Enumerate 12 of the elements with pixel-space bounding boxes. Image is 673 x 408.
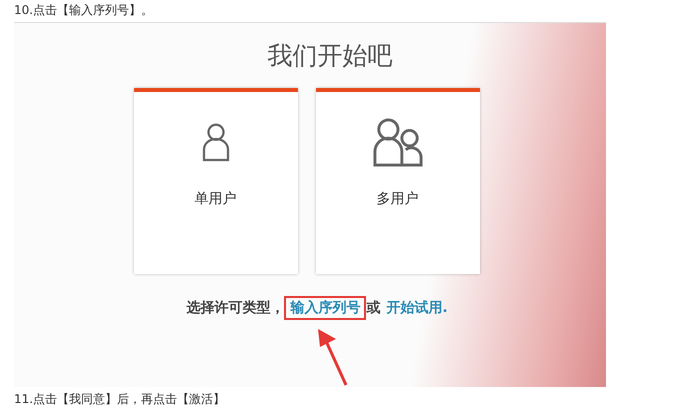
prompt-text: 选择许可类型， <box>186 299 284 317</box>
step-text: 10.点击【输入序列号】。 <box>14 2 154 19</box>
license-card[interactable]: 单用户 <box>134 88 298 274</box>
trial-link[interactable]: 开始试用. <box>380 296 454 320</box>
license-card[interactable]: 多用户 <box>316 88 480 274</box>
card-label: 多用户 <box>376 190 418 208</box>
separator-text: 或 <box>366 299 380 317</box>
dialog-title: 我们开始吧 <box>268 40 392 72</box>
serial-link[interactable]: 输入序列号 <box>284 296 366 320</box>
card-label: 单用户 <box>194 190 236 208</box>
people-icon <box>372 116 422 168</box>
step-text: 11.点击【我同意】后，再点击【激活】 <box>14 391 226 408</box>
